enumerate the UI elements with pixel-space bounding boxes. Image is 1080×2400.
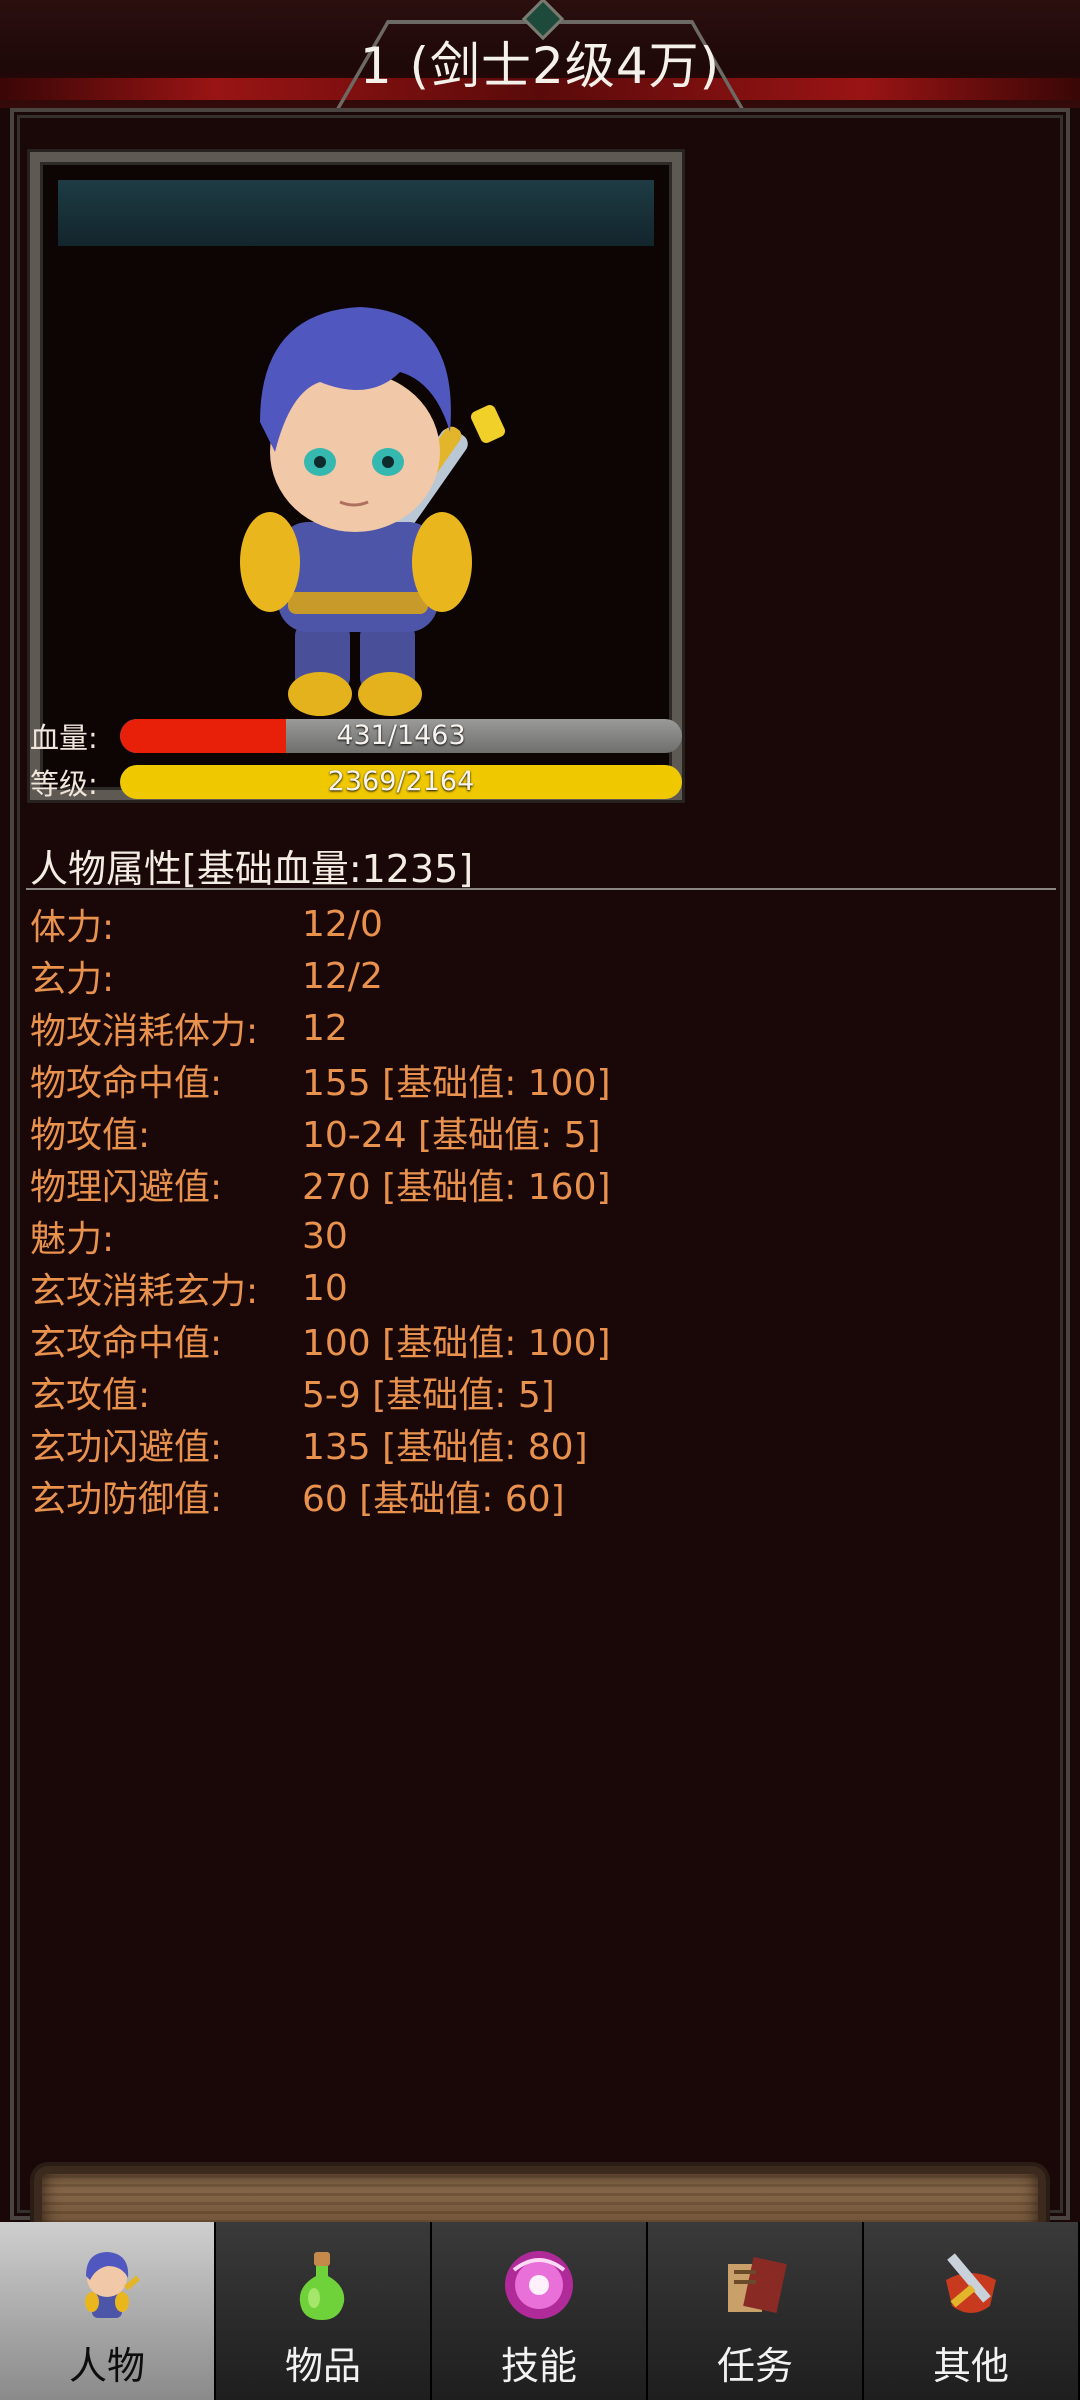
attribute-row: 物攻命中值: 155 [基础值: 100]	[30, 1054, 611, 1106]
attribute-value: 12/0	[302, 903, 383, 945]
attribute-value: 10	[302, 1267, 348, 1309]
attribute-key: 物攻命中值:	[30, 1063, 223, 1104]
tab-other[interactable]: 其他	[864, 2222, 1080, 2400]
attribute-row: 物理闪避值: 270 [基础值: 160]	[30, 1158, 611, 1210]
level-label: 等级:	[30, 767, 98, 801]
attribute-value: 5-9 [基础值: 5]	[302, 1375, 555, 1416]
attribute-key: 体力:	[30, 907, 115, 948]
attributes-title: 人物属性[基础血量:1235]	[30, 847, 474, 891]
tab-label: 人物	[68, 2344, 145, 2388]
attribute-value: 135 [基础值: 80]	[302, 1427, 588, 1468]
attribute-value: 12/2	[302, 955, 383, 997]
attribute-value: 155 [基础值: 100]	[302, 1063, 611, 1104]
attribute-key: 物攻值:	[30, 1115, 151, 1156]
attribute-value: 100 [基础值: 100]	[302, 1323, 611, 1364]
attribute-row: 物攻消耗体力: 12	[30, 1002, 611, 1054]
attribute-key: 玄功防御值:	[30, 1479, 223, 1520]
attributes-divider	[26, 888, 1056, 890]
attribute-row: 玄功闪避值: 135 [基础值: 80]	[30, 1418, 611, 1470]
attribute-row: 玄力: 12/2	[30, 950, 611, 1002]
tab-skills[interactable]: 技能	[432, 2222, 648, 2400]
attribute-row: 物攻值: 10-24 [基础值: 5]	[30, 1106, 611, 1158]
tab-label: 任务	[716, 2344, 793, 2388]
tab-label: 其他	[932, 2344, 1009, 2388]
tab-label: 技能	[500, 2344, 577, 2388]
bottom-nav: 人物 物品 技能 任务 其他	[0, 2222, 1080, 2400]
hp-bar: 431/1463	[120, 719, 682, 753]
hp-value: 431/1463	[336, 720, 466, 751]
attribute-key: 玄攻命中值:	[30, 1323, 223, 1364]
attribute-value: 30	[302, 1215, 348, 1257]
attribute-value: 60 [基础值: 60]	[302, 1479, 565, 1520]
tab-quests[interactable]: 任务	[648, 2222, 864, 2400]
attributes-list: 体力: 12/0 玄力: 12/2 物攻消耗体力: 12 物攻命中值: 155 [基础值…	[30, 898, 611, 1522]
attribute-key: 物攻消耗体力:	[30, 1011, 259, 1052]
attribute-value: 270 [基础值: 160]	[302, 1167, 611, 1208]
attribute-key: 玄力:	[30, 959, 115, 1000]
potion-icon	[299, 2252, 345, 2320]
attribute-key: 玄功闪避值:	[30, 1427, 223, 1468]
sword-shield-icon	[946, 2253, 996, 2313]
page-title: 1 (剑士2级4万)	[359, 37, 721, 95]
character-portrait-frame	[30, 152, 682, 800]
attribute-key: 玄攻消耗玄力:	[30, 1271, 259, 1312]
attribute-row: 玄攻消耗玄力: 10	[30, 1262, 611, 1314]
attribute-key: 物理闪避值:	[30, 1167, 223, 1208]
character-panel: 血量: 431/1463 等级: 2369/2164 人物属性[基础血量:123…	[0, 108, 1080, 2294]
attribute-value: 12	[302, 1007, 348, 1049]
level-bar: 2369/2164	[120, 765, 682, 799]
attribute-row: 玄攻值: 5-9 [基础值: 5]	[30, 1366, 611, 1418]
attribute-row: 玄功防御值: 60 [基础值: 60]	[30, 1470, 611, 1522]
title-bar: 1 (剑士2级4万)	[0, 0, 1080, 115]
attribute-row: 魅力: 30	[30, 1210, 611, 1262]
skill-orb-icon	[505, 2251, 573, 2319]
attribute-row: 体力: 12/0	[30, 898, 611, 950]
level-row: 等级: 2369/2164	[30, 764, 682, 801]
hp-label: 血量:	[30, 721, 98, 755]
character-portrait	[240, 307, 505, 716]
level-value: 2369/2164	[327, 766, 475, 797]
attribute-key: 玄攻值:	[30, 1375, 151, 1416]
hp-row: 血量: 431/1463	[30, 718, 682, 755]
portrait-header-strip	[58, 180, 654, 246]
tab-items[interactable]: 物品	[216, 2222, 432, 2400]
tab-character[interactable]: 人物	[0, 2222, 216, 2400]
quest-book-icon	[728, 2257, 787, 2313]
attribute-key: 魅力:	[30, 1219, 115, 1260]
tab-label: 物品	[284, 2344, 361, 2388]
character-icon	[85, 2252, 141, 2318]
attribute-row: 玄攻命中值: 100 [基础值: 100]	[30, 1314, 611, 1366]
attribute-value: 10-24 [基础值: 5]	[302, 1115, 601, 1156]
